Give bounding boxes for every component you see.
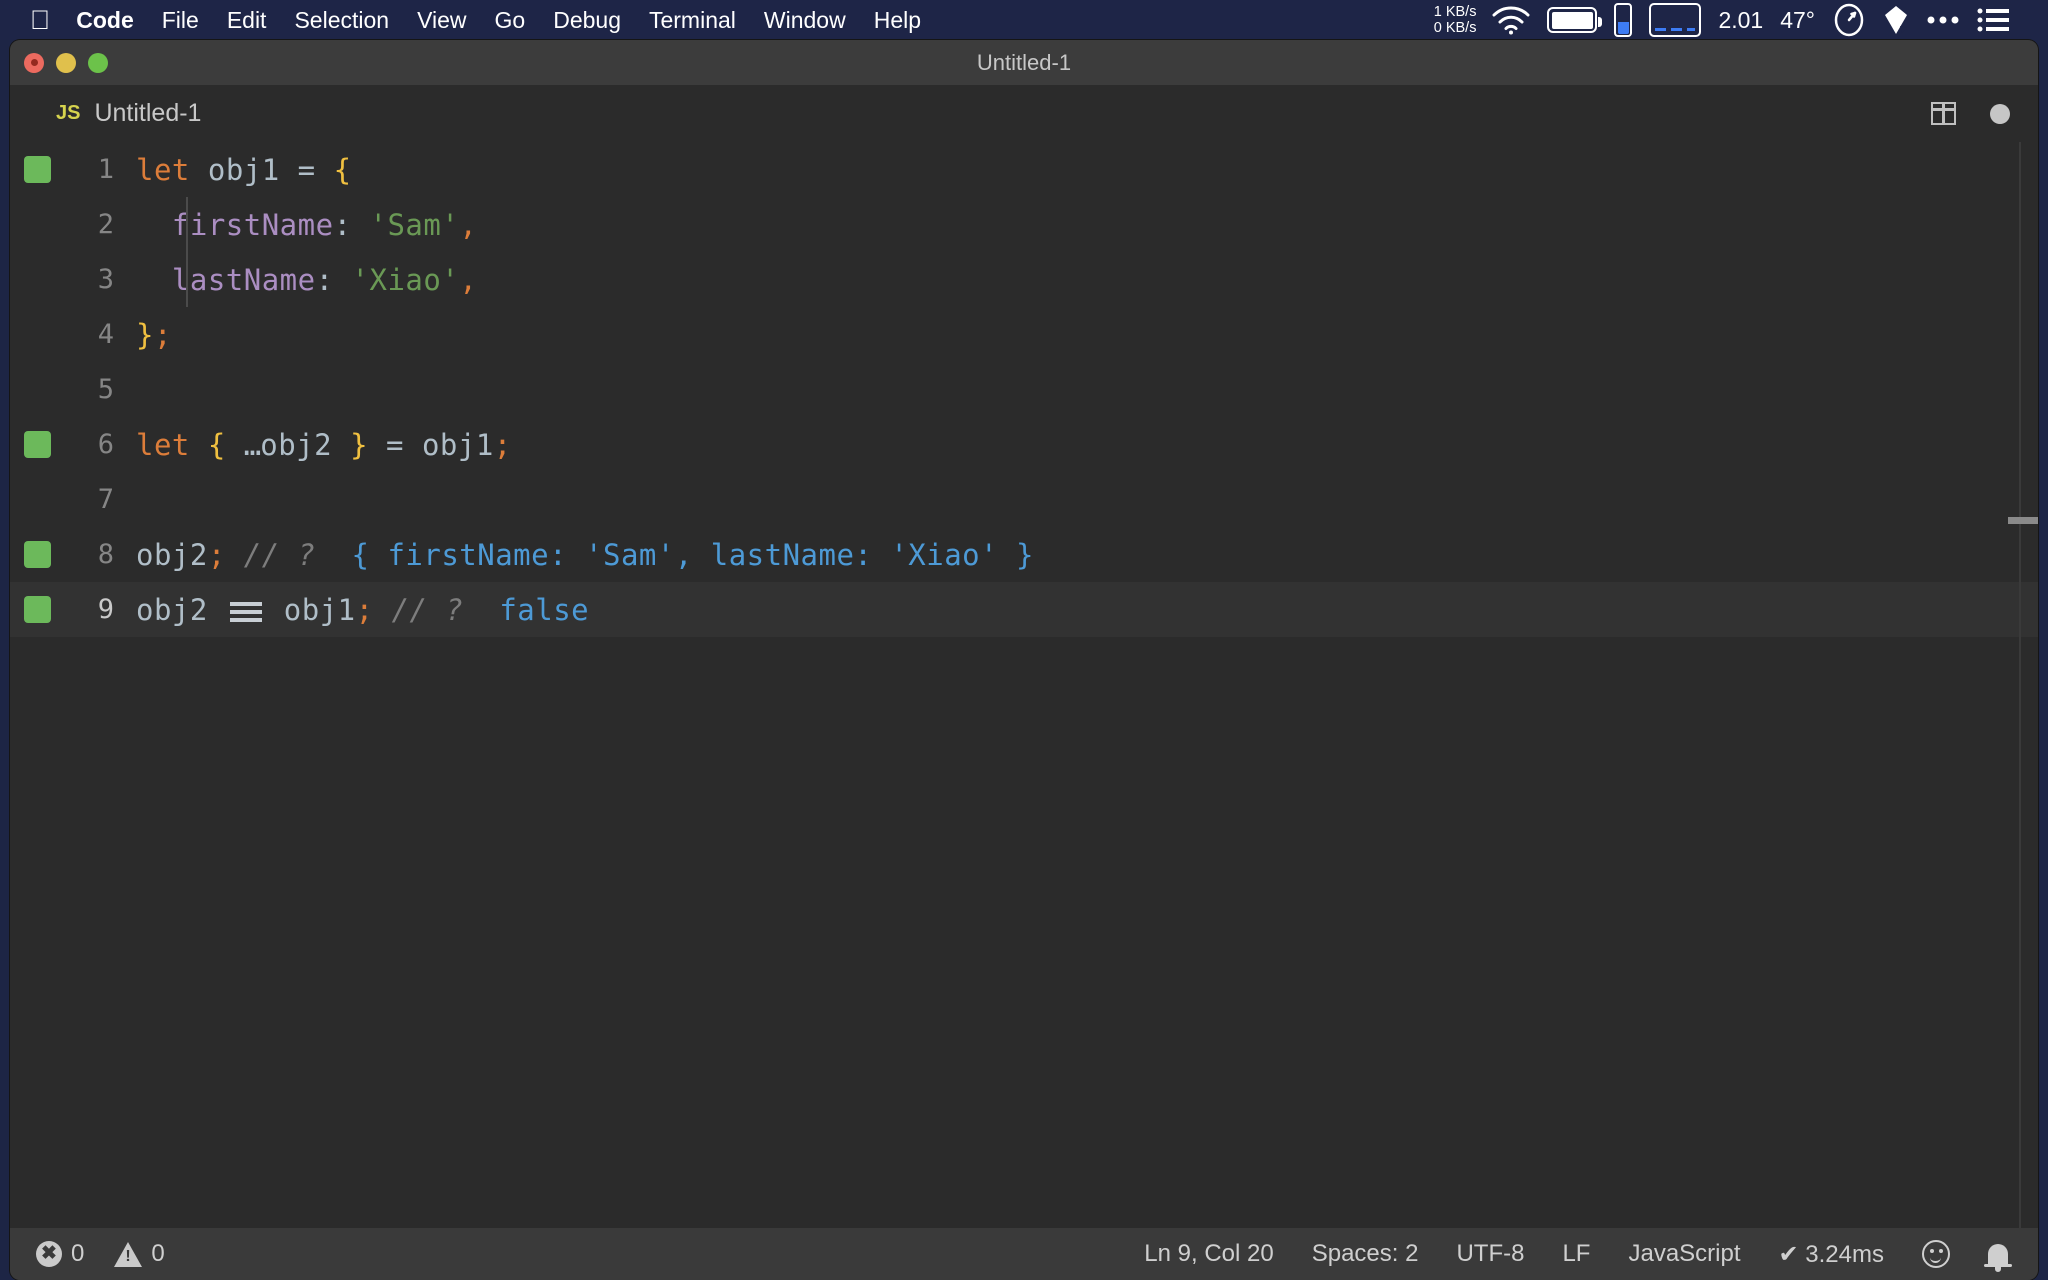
warning-count[interactable]: 0 bbox=[151, 1240, 164, 1268]
run-time-status[interactable]: ✔ 3.24ms bbox=[1779, 1240, 1884, 1269]
unsaved-dot-icon[interactable] bbox=[1990, 103, 2010, 124]
tab-label: Untitled-1 bbox=[94, 99, 202, 127]
code-line-1[interactable]: 1 let obj1 = { bbox=[10, 142, 2038, 197]
temperature-value[interactable]: 47° bbox=[1780, 7, 1815, 34]
menu-item-terminal[interactable]: Terminal bbox=[649, 7, 736, 34]
menu-item-code[interactable]: Code bbox=[76, 7, 134, 34]
code-line-9[interactable]: 9 obj2 obj1; // ? false bbox=[10, 582, 2038, 637]
code-content: obj2 obj1; // ? false bbox=[136, 592, 590, 627]
line-number: 5 bbox=[97, 374, 114, 405]
error-count[interactable]: 0 bbox=[71, 1240, 84, 1268]
code-editor[interactable]: 1 let obj1 = { 2 firstName: 'Sam', 3 las… bbox=[10, 142, 2038, 1228]
code-line-4[interactable]: 4 }; bbox=[10, 307, 2038, 362]
battery-gauge-icon[interactable] bbox=[1614, 3, 1633, 37]
menu-item-go[interactable]: Go bbox=[495, 7, 526, 34]
cpu-load-value[interactable]: 2.01 bbox=[1718, 7, 1763, 34]
line-number: 7 bbox=[97, 484, 114, 515]
apple-logo-icon[interactable]:  bbox=[30, 6, 50, 34]
code-content: }; bbox=[136, 317, 172, 352]
dropbox-icon[interactable] bbox=[1883, 4, 1909, 36]
quokka-run-marker-icon bbox=[24, 541, 51, 568]
line-number: 2 bbox=[97, 209, 114, 240]
indent-guide bbox=[186, 197, 188, 252]
eol-setting[interactable]: LF bbox=[1562, 1240, 1590, 1268]
menu-item-edit[interactable]: Edit bbox=[227, 7, 267, 34]
menu-item-selection[interactable]: Selection bbox=[294, 7, 389, 34]
strict-equality-ligature-icon bbox=[226, 599, 266, 625]
editor-tab-bar: JS Untitled-1 bbox=[10, 85, 2038, 142]
error-circle-icon[interactable]: ✖ bbox=[36, 1241, 62, 1267]
vscode-window: Untitled-1 JS Untitled-1 1 let obj1 = { … bbox=[10, 40, 2038, 1280]
bell-icon[interactable] bbox=[1984, 1244, 2012, 1272]
code-line-5[interactable]: 5 bbox=[10, 362, 2038, 417]
ellipsis-icon[interactable] bbox=[1926, 15, 1960, 25]
menu-item-view[interactable]: View bbox=[417, 7, 466, 34]
menu-item-help[interactable]: Help bbox=[874, 7, 921, 34]
code-line-8[interactable]: 8 obj2; // ? { firstName: 'Sam', lastNam… bbox=[10, 527, 2038, 582]
list-menu-icon[interactable] bbox=[1977, 7, 2009, 33]
javascript-file-icon: JS bbox=[56, 102, 81, 124]
code-line-6[interactable]: 6 let { …obj2 } = obj1; bbox=[10, 417, 2038, 472]
code-content: obj2; // ? { firstName: 'Sam', lastName:… bbox=[136, 537, 1035, 572]
menu-item-file[interactable]: File bbox=[162, 7, 199, 34]
window-title: Untitled-1 bbox=[976, 49, 1072, 75]
network-speed-indicator[interactable]: 1 KB/s 0 KB/s bbox=[1434, 4, 1477, 36]
code-line-2[interactable]: 2 firstName: 'Sam', bbox=[10, 197, 2038, 252]
memory-gauge-icon[interactable] bbox=[1649, 3, 1702, 37]
language-mode[interactable]: JavaScript bbox=[1628, 1240, 1740, 1268]
code-line-3[interactable]: 3 lastName: 'Xiao', bbox=[10, 252, 2038, 307]
menu-item-debug[interactable]: Debug bbox=[553, 7, 621, 34]
warning-triangle-icon[interactable] bbox=[114, 1241, 143, 1267]
split-editor-icon[interactable] bbox=[1931, 102, 1956, 125]
smiley-icon[interactable] bbox=[1922, 1240, 1950, 1268]
status-bar-right: Ln 9, Col 20 Spaces: 2 UTF-8 LF JavaScri… bbox=[1144, 1240, 2038, 1272]
line-number: 3 bbox=[97, 264, 114, 295]
battery-icon[interactable] bbox=[1547, 7, 1603, 33]
quokka-run-marker-icon bbox=[24, 156, 51, 183]
cursor-position[interactable]: Ln 9, Col 20 bbox=[1144, 1240, 1273, 1268]
macos-menu-bar:  Code File Edit Selection View Go Debug… bbox=[0, 0, 2048, 40]
quokka-run-marker-icon bbox=[24, 596, 51, 623]
speedometer-icon[interactable] bbox=[1832, 3, 1866, 37]
status-bar: ✖ 0 0 Ln 9, Col 20 Spaces: 2 UTF-8 LF Ja… bbox=[10, 1228, 2038, 1280]
window-title-bar: Untitled-1 bbox=[10, 40, 2038, 85]
tab-untitled-1[interactable]: JS Untitled-1 bbox=[10, 85, 220, 142]
indentation-setting[interactable]: Spaces: 2 bbox=[1312, 1240, 1419, 1268]
network-upload-speed: 1 KB/s bbox=[1433, 4, 1477, 20]
code-line-7[interactable]: 7 bbox=[10, 472, 2038, 527]
network-download-speed: 0 KB/s bbox=[1433, 20, 1477, 36]
menu-bar-status-area: 1 KB/s 0 KB/s 2.01 47° bbox=[1434, 3, 2048, 37]
editor-scroll-ruler bbox=[2019, 142, 2021, 1228]
wifi-icon[interactable] bbox=[1492, 5, 1530, 35]
editor-actions bbox=[1931, 102, 2038, 125]
quokka-run-marker-icon bbox=[24, 431, 51, 458]
indent-guide bbox=[186, 252, 188, 307]
editor-scrollbar-thumb[interactable] bbox=[2008, 517, 2038, 524]
line-number: 4 bbox=[97, 319, 114, 350]
encoding-setting[interactable]: UTF-8 bbox=[1456, 1240, 1524, 1268]
menu-item-window[interactable]: Window bbox=[764, 7, 846, 34]
status-bar-left: ✖ 0 0 bbox=[10, 1240, 165, 1268]
code-content: let { …obj2 } = obj1; bbox=[136, 427, 512, 462]
code-content: let obj1 = { bbox=[136, 152, 352, 187]
